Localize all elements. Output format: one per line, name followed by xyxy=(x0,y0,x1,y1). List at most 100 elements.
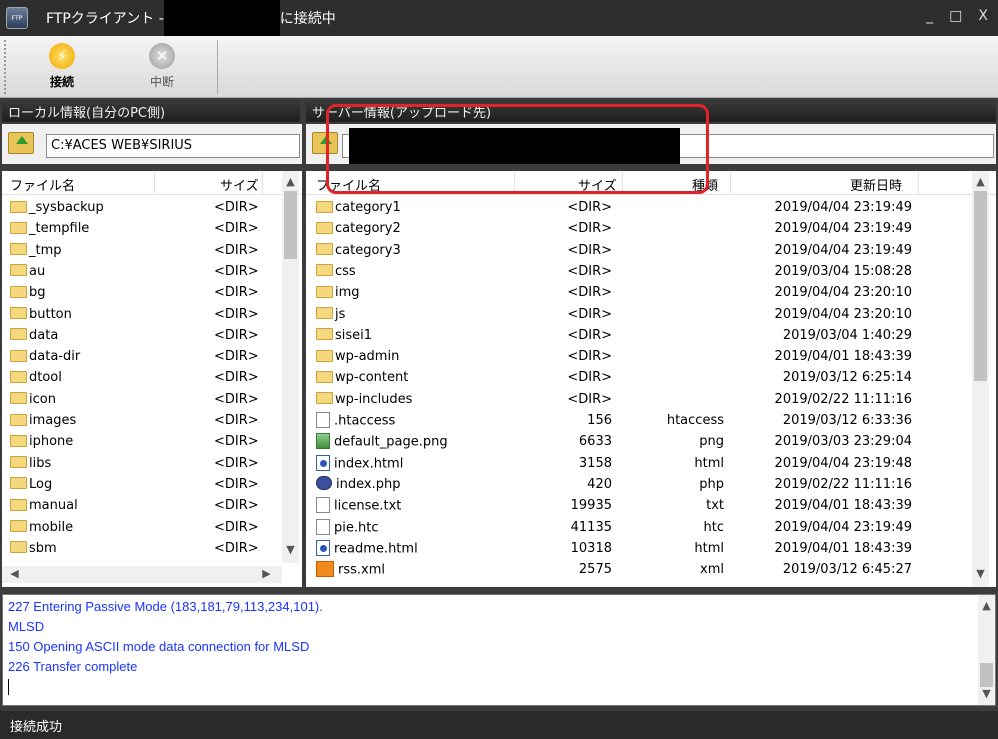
local-file-row[interactable]: images <DIR> xyxy=(2,411,302,432)
remote-file-row[interactable]: license.txt 19935 txt 2019/04/01 18:43:39 xyxy=(306,496,996,517)
scroll-thumb[interactable] xyxy=(980,663,993,687)
text-cursor xyxy=(8,679,9,695)
remote-file-row[interactable]: js <DIR> 2019/04/04 23:20:10 xyxy=(306,305,996,326)
local-file-row[interactable]: mobile <DIR> xyxy=(2,518,302,539)
local-folder-up-icon[interactable] xyxy=(8,132,34,154)
local-file-row[interactable]: button <DIR> xyxy=(2,305,302,326)
remote-file-row[interactable]: index.html 3158 html 2019/04/04 23:19:48 xyxy=(306,454,996,475)
remote-file-row[interactable]: category3 <DIR> 2019/04/04 23:19:49 xyxy=(306,241,996,262)
file-name: images xyxy=(29,413,77,428)
remote-file-row[interactable]: wp-includes <DIR> 2019/02/22 11:11:16 xyxy=(306,390,996,411)
file-size: <DIR> xyxy=(214,391,259,407)
file-size: 3158 xyxy=(578,455,612,471)
column-divider xyxy=(262,171,263,195)
remote-file-row[interactable]: img <DIR> 2019/04/04 23:20:10 xyxy=(306,283,996,304)
local-file-row[interactable]: bg <DIR> xyxy=(2,283,302,304)
file-size: <DIR> xyxy=(214,370,259,386)
remote-file-row[interactable]: readme.html 10318 html 2019/04/01 18:43:39 xyxy=(306,539,996,560)
local-vertical-scrollbar[interactable]: ▲ ▼ xyxy=(282,171,299,563)
file-size: <DIR> xyxy=(567,285,612,301)
remote-file-row[interactable]: pie.htc 41135 htc 2019/04/04 23:19:49 xyxy=(306,518,996,539)
scroll-down-icon[interactable]: ▼ xyxy=(282,543,299,556)
scroll-thumb[interactable] xyxy=(284,191,297,259)
remote-file-row[interactable]: wp-admin <DIR> 2019/04/01 18:43:39 xyxy=(306,347,996,368)
file-type: htc xyxy=(703,519,724,535)
scroll-up-icon[interactable]: ▲ xyxy=(282,175,299,188)
file-date: 2019/04/04 23:19:49 xyxy=(774,200,912,215)
local-file-row[interactable]: iphone <DIR> xyxy=(2,432,302,453)
folder-icon xyxy=(10,413,27,426)
remote-col-date[interactable]: 更新日時 xyxy=(850,175,902,194)
file-type: txt xyxy=(706,498,724,514)
local-file-row[interactable]: icon <DIR> xyxy=(2,390,302,411)
local-file-row[interactable]: data <DIR> xyxy=(2,326,302,347)
remote-file-row[interactable]: wp-content <DIR> 2019/03/12 6:25:14 xyxy=(306,368,996,389)
file-date: 2019/04/04 23:19:49 xyxy=(774,221,912,237)
remote-file-row[interactable]: default_page.png 6633 png 2019/03/03 23:29:… xyxy=(306,432,996,453)
minimize-button[interactable]: _ xyxy=(926,8,933,24)
file-name: rss.xml xyxy=(338,562,385,578)
local-file-row[interactable]: dtool <DIR> xyxy=(2,368,302,389)
scroll-left-icon[interactable]: ◀ xyxy=(6,567,23,580)
scroll-down-icon[interactable]: ▼ xyxy=(972,567,989,580)
remote-vertical-scrollbar[interactable]: ▲ ▼ xyxy=(972,171,989,587)
local-file-row[interactable]: _sysbackup <DIR> xyxy=(2,198,302,219)
folder-icon xyxy=(10,434,27,447)
remote-file-row[interactable]: index.php 420 php 2019/02/22 11:11:16 xyxy=(306,475,996,496)
remote-file-row[interactable]: rss.xml 2575 xml 2019/03/12 6:45:27 xyxy=(306,560,996,581)
scroll-down-icon[interactable]: ▼ xyxy=(978,687,995,700)
remote-file-row[interactable]: category2 <DIR> 2019/04/04 23:19:49 xyxy=(306,219,996,240)
local-file-list[interactable]: ファイル名 サイズ _sysbackup <DIR> _tempfile <DIR> _… xyxy=(2,171,302,587)
file-name: dtool xyxy=(29,370,62,386)
scroll-up-icon[interactable]: ▲ xyxy=(972,175,989,188)
close-button[interactable]: X xyxy=(978,8,988,24)
toolbar: ⚡ 接続 ✕ 中断 xyxy=(0,36,998,98)
local-file-row[interactable]: Log <DIR> xyxy=(2,475,302,496)
log-vertical-scrollbar[interactable]: ▲ ▼ xyxy=(978,595,995,705)
file-type: xml xyxy=(700,562,724,578)
local-file-row[interactable]: manual <DIR> xyxy=(2,496,302,517)
stop-button[interactable]: ✕ 中断 xyxy=(132,40,192,94)
log-console[interactable]: 227 Entering Passive Mode (183,181,79,11… xyxy=(2,594,996,706)
local-file-row[interactable]: data-dir <DIR> xyxy=(2,347,302,368)
file-size: <DIR> xyxy=(214,540,259,556)
file-size: <DIR> xyxy=(567,349,612,365)
folder-icon xyxy=(10,349,27,362)
local-file-row[interactable]: sbm <DIR> xyxy=(2,539,302,560)
local-file-row[interactable]: libs <DIR> xyxy=(2,454,302,475)
file-name: _sysbackup xyxy=(29,200,104,215)
scroll-right-icon[interactable]: ▶ xyxy=(258,567,275,580)
remote-file-row[interactable]: css <DIR> 2019/03/04 15:08:28 xyxy=(306,262,996,283)
file-size: 156 xyxy=(587,413,612,428)
file-name: wp-includes xyxy=(335,391,413,407)
file-name: .htaccess xyxy=(334,413,396,429)
file-size: 41135 xyxy=(570,519,612,535)
local-file-row[interactable]: _tmp <DIR> xyxy=(2,241,302,262)
scroll-up-icon[interactable]: ▲ xyxy=(978,599,995,612)
remote-file-row[interactable]: category1 <DIR> 2019/04/04 23:19:49 xyxy=(306,198,996,219)
local-col-name[interactable]: ファイル名 xyxy=(10,175,75,194)
remote-file-list[interactable]: ファイル名 サイズ 種類 更新日時 category1 <DIR> 2019/04/… xyxy=(306,171,996,587)
file-type: png xyxy=(699,434,724,450)
file-type: html xyxy=(694,455,724,471)
local-file-row[interactable]: _tempfile <DIR> xyxy=(2,219,302,240)
file-size: <DIR> xyxy=(214,349,259,365)
file-size: <DIR> xyxy=(567,370,612,386)
file-size: <DIR> xyxy=(214,455,259,471)
local-horizontal-scrollbar[interactable]: ◀ ▶ xyxy=(2,566,282,583)
maximize-button[interactable]: □ xyxy=(949,8,962,24)
log-line: 226 Transfer complete xyxy=(8,659,138,674)
scroll-thumb[interactable] xyxy=(974,191,987,381)
highlight-annotation xyxy=(326,104,709,194)
remote-file-row[interactable]: .htaccess 156 htaccess 2019/03/12 6:33:36 xyxy=(306,411,996,432)
file-name: sisei1 xyxy=(335,327,373,343)
title-suffix: に接続中 xyxy=(279,11,336,27)
file-date: 2019/04/04 23:19:48 xyxy=(774,455,912,471)
local-col-size[interactable]: サイズ xyxy=(220,175,259,194)
local-file-row[interactable]: au <DIR> xyxy=(2,262,302,283)
local-path-input[interactable]: C:¥ACES WEB¥SIRIUS xyxy=(46,134,300,158)
file-file-icon xyxy=(316,518,330,535)
remote-file-row[interactable]: sisei1 <DIR> 2019/03/04 1:40:29 xyxy=(306,326,996,347)
connect-button[interactable]: ⚡ 接続 xyxy=(32,40,92,94)
folder-icon xyxy=(10,328,27,341)
